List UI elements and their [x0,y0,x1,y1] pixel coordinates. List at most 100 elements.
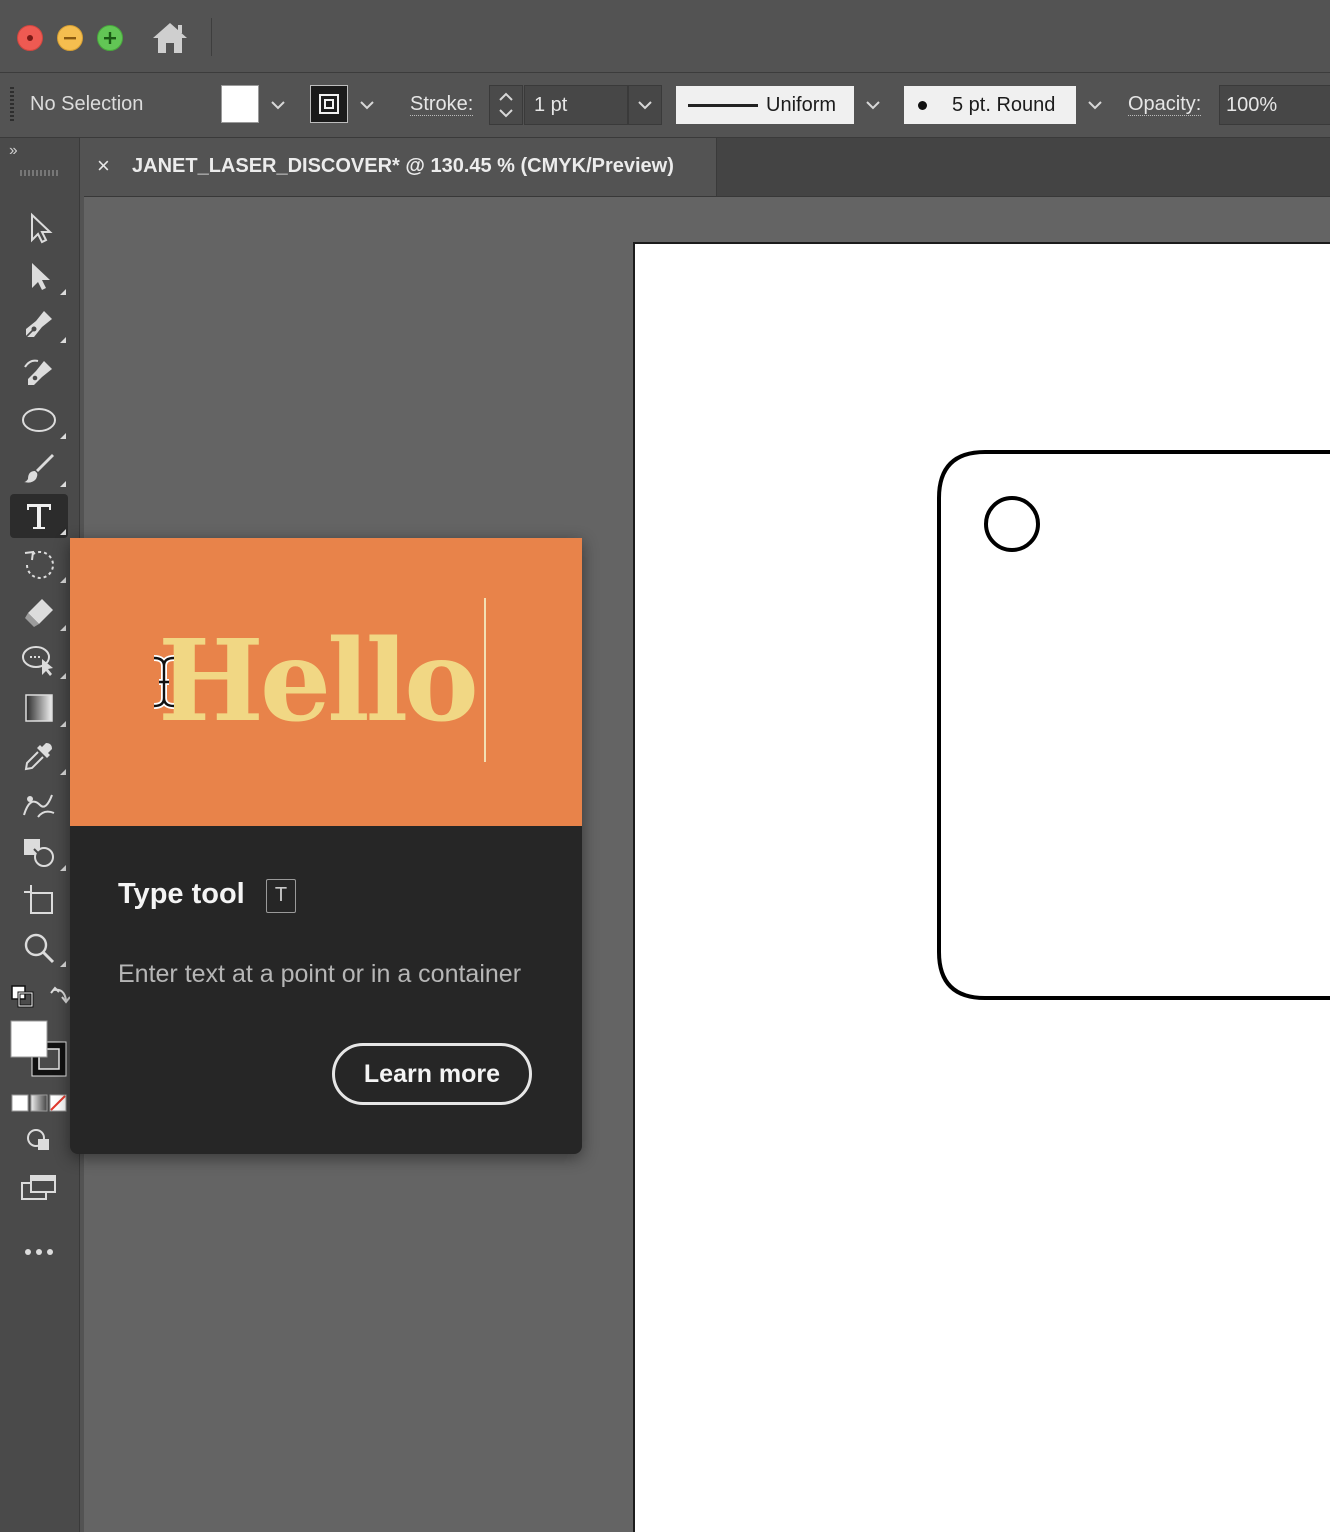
tool-flyout-indicator [60,961,66,967]
default-colors-icon [11,985,34,1008]
window-title-bar [0,0,1330,73]
tool-flyout-indicator [60,673,66,679]
type-tool-tooltip: Hello Type tool T Enter text at a point … [70,538,582,1154]
stroke-color-swatch[interactable] [310,85,348,123]
window-minimize-button[interactable] [57,25,83,51]
rotate-tool[interactable] [10,542,68,586]
tooltip-description: Enter text at a point or in a container [118,960,522,988]
learn-more-button[interactable]: Learn more [332,1043,532,1105]
home-button[interactable] [150,20,190,56]
tools-panel: ›› [0,138,80,1532]
artwork [937,450,1330,1000]
close-tab-button[interactable]: × [97,153,110,179]
brush-dropdown[interactable] [1079,85,1111,125]
fill-color-swatch[interactable] [221,85,259,123]
more-dots-icon [25,1249,53,1255]
control-bar-grip[interactable] [10,87,14,123]
curvature-tool[interactable] [10,350,68,394]
window-maximize-button[interactable] [97,25,123,51]
brush-name: 5 pt. Round [952,94,1056,116]
profile-line-preview [688,104,758,107]
toolbar-collapse-button[interactable]: ›› [9,142,18,160]
fill-stroke-indicator[interactable] [10,1020,70,1080]
stroke-weight-dropdown[interactable] [628,85,662,125]
tool-flyout-indicator [60,289,66,295]
stroke-weight-input[interactable]: 1 pt [524,85,628,125]
text-insertion-caret [484,598,486,762]
direct-selection-arrow-icon [32,263,50,290]
fill-stroke-boxes-icon [10,1020,67,1077]
selection-tool[interactable] [10,206,68,250]
document-tab-bar: × JANET_LASER_DISCOVER* @ 130.45 % (CMYK… [84,138,1330,197]
pen-tool[interactable] [10,302,68,346]
pen-nib-icon [25,311,52,338]
chevron-down-icon [360,101,374,110]
brush-dot-icon [918,101,927,110]
chevron-down-icon [271,101,285,110]
gradient-tool[interactable] [10,686,68,730]
shape-builder-tool[interactable] [10,830,68,874]
direct-selection-tool[interactable] [10,254,68,298]
tooltip-preview-banner: Hello [70,538,582,826]
control-bar: No Selection Stroke: 1 pt Uniform 5 pt. … [0,73,1330,138]
profile-dropdown[interactable] [857,85,889,125]
window-close-button[interactable] [17,25,43,51]
eyedropper-icon [24,743,52,771]
screen-mode-button[interactable] [10,1166,68,1210]
stroke-label[interactable]: Stroke: [410,93,474,116]
opacity-label[interactable]: Opacity: [1128,93,1202,116]
symbol-sprayer-icon [23,794,55,818]
home-icon [153,23,187,53]
toolbar-grip[interactable] [20,170,58,176]
blend-symbol-sprayer-tool[interactable] [10,782,68,826]
variable-width-profile-select[interactable]: Uniform [676,86,854,124]
paintbrush-tool[interactable] [10,446,68,490]
screen-mode-icon [21,1175,56,1200]
tool-flyout-indicator [60,721,66,727]
hole-circle-shape [984,496,1040,552]
chevron-down-icon [866,101,880,110]
eraser-icon [25,599,53,627]
stroke-swatch-hole [326,101,332,107]
type-t-icon [27,504,51,529]
brush-definition-select[interactable]: 5 pt. Round [904,86,1076,124]
chevron-down-icon [1088,101,1102,110]
artboard-tool[interactable] [10,878,68,922]
tool-flyout-indicator [60,481,66,487]
eraser-tool[interactable] [10,590,68,634]
eyedropper-tool[interactable] [10,734,68,778]
ellipse-icon [22,408,56,432]
document-title: JANET_LASER_DISCOVER* @ 130.45 % (CMYK/P… [132,155,674,177]
gradient-icon [25,694,53,722]
puppet-warp-tool[interactable] [10,638,68,682]
minus-icon [64,37,76,40]
rounded-rectangle-shape [937,450,1330,1000]
tool-flyout-indicator [60,577,66,583]
document-tab[interactable]: × JANET_LASER_DISCOVER* @ 130.45 % (CMYK… [84,138,717,196]
tool-flyout-indicator [60,769,66,775]
stroke-weight-stepper[interactable] [489,85,523,125]
artboard-icon [24,885,53,914]
artboard[interactable] [633,242,1330,1532]
tool-flyout-indicator [60,865,66,871]
tool-flyout-indicator [60,433,66,439]
i-beam-cursor-icon [153,655,175,709]
stroke-color-dropdown[interactable] [351,85,383,125]
type-tool[interactable] [10,494,68,538]
default-fill-stroke-button[interactable] [10,984,36,1010]
drawing-mode-button[interactable] [10,1118,68,1162]
chevron-down-icon [638,101,652,110]
preview-hello-text: Hello [158,616,479,747]
draw-mode-icon [27,1129,49,1150]
fill-color-dropdown[interactable] [262,85,294,125]
color-mode-buttons[interactable] [10,1092,70,1114]
edit-toolbar-button[interactable] [10,1230,68,1274]
shape-builder-icon [24,839,54,867]
opacity-input[interactable]: 100% [1219,85,1330,125]
tool-flyout-indicator [60,337,66,343]
tooltip-title: Type tool [118,878,245,910]
profile-name: Uniform [766,94,837,116]
puppet-warp-icon [22,646,53,676]
zoom-tool[interactable] [10,926,68,970]
ellipse-tool[interactable] [10,398,68,442]
